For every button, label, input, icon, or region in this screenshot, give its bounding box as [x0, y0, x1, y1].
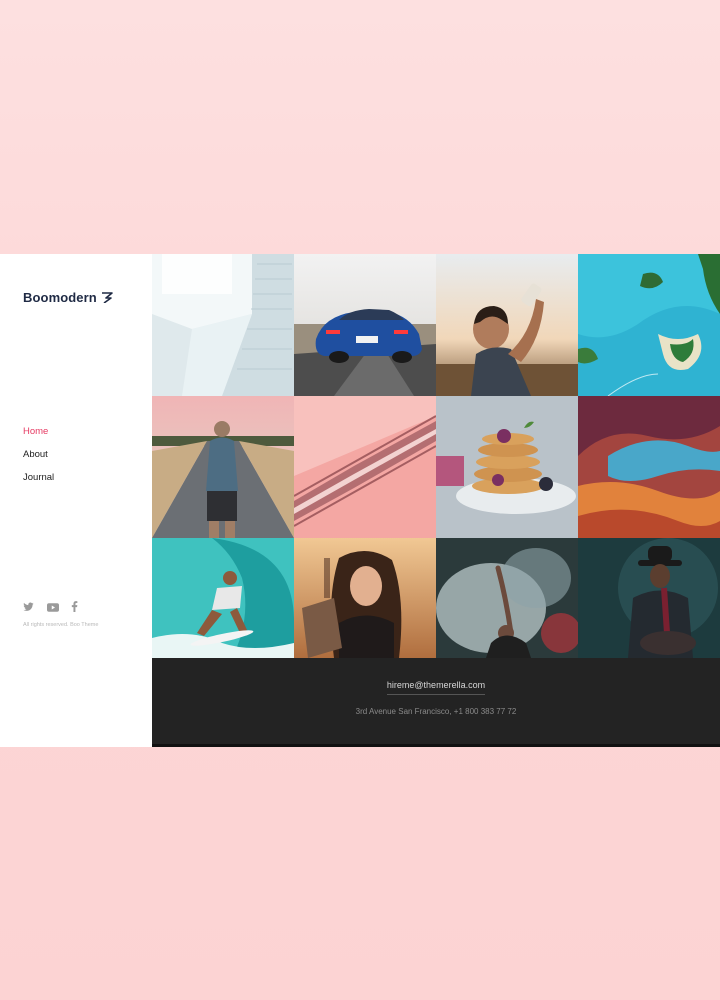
twitter-icon[interactable] [23, 599, 35, 611]
nav-item-home[interactable]: Home [23, 426, 54, 449]
aerial-beach-photo[interactable] [578, 254, 720, 396]
nav-item-about[interactable]: About [23, 449, 54, 472]
guitarist-photo[interactable] [578, 538, 720, 658]
man-drinking-photo[interactable] [436, 254, 578, 396]
woman-reading-photo[interactable] [294, 538, 436, 658]
brand-name: Boomodern [23, 290, 97, 305]
nav-item-journal[interactable]: Journal [23, 472, 54, 495]
surfer-photo[interactable] [152, 538, 294, 658]
main-nav: Home About Journal [23, 426, 54, 495]
blue-car-photo[interactable] [294, 254, 436, 396]
contact-email-wrap: hireme@themerella.com [152, 680, 720, 695]
main-content: hireme@themerella.com 3rd Avenue San Fra… [152, 254, 720, 747]
dancer-smoke-photo[interactable] [436, 538, 578, 658]
youtube-icon[interactable] [47, 599, 59, 612]
gallery-grid [152, 254, 720, 658]
white-architecture-photo[interactable] [152, 254, 294, 396]
sidebar: Boomodern Home About Journal All rights … [0, 254, 152, 747]
pink-escalator-photo[interactable] [294, 396, 436, 538]
man-on-road-photo[interactable] [152, 396, 294, 538]
footer-divider [152, 744, 720, 747]
contact-address: 3rd Avenue San Francisco, +1 800 383 77 … [355, 707, 517, 716]
facebook-icon[interactable] [71, 599, 83, 612]
brand-logo[interactable]: Boomodern [23, 290, 113, 305]
social-links [23, 599, 83, 612]
site-footer: hireme@themerella.com 3rd Avenue San Fra… [152, 658, 720, 747]
rights-text: All rights reserved. Boo Theme [23, 622, 99, 628]
page-frame: Boomodern Home About Journal All rights … [0, 254, 720, 747]
logo-mark-icon [101, 292, 113, 303]
canyon-photo[interactable] [578, 396, 720, 538]
pancakes-photo[interactable] [436, 396, 578, 538]
contact-email-link[interactable]: hireme@themerella.com [386, 680, 486, 695]
